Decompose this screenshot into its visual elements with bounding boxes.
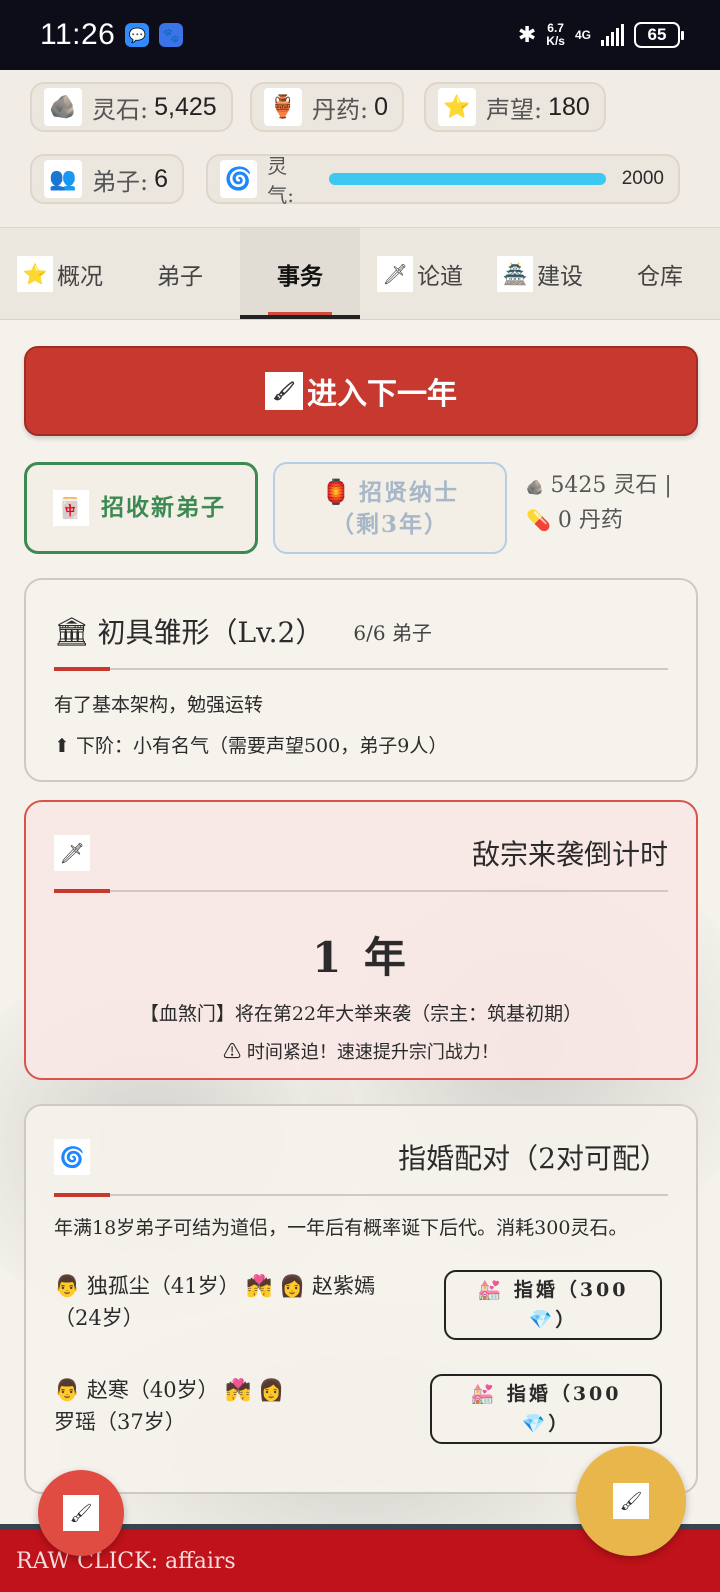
matchmaking-title: 指婚配对（2对可配） <box>398 1142 668 1175</box>
couple-icon: 💏 <box>246 1274 273 1298</box>
pill-chip: 🏺 丹药: 0 <box>250 82 404 132</box>
woman-icon: 👩 <box>258 1378 285 1402</box>
chat-notification-icon: 💬 <box>125 23 150 47</box>
group-icon: 👥 <box>44 160 82 198</box>
gem-icon: 💎 <box>521 1413 549 1435</box>
man-icon: 👨 <box>54 1378 81 1402</box>
bluetooth-icon: ✱ <box>517 22 537 47</box>
divider <box>54 889 668 893</box>
pill-icon: 💊 <box>526 508 551 532</box>
tab-warehouse[interactable]: 仓库 <box>600 228 720 319</box>
brush-icon: 🖌 <box>613 1483 649 1519</box>
qi-value: 2000 <box>621 168 664 189</box>
wedding-icon: 💒 <box>470 1383 498 1405</box>
matchmaking-description: 年满18岁弟子可结为道侣，一年后有概率诞下后代。消耗300灵石。 <box>54 1217 628 1239</box>
floating-brush-button[interactable]: 🖌 <box>38 1470 124 1556</box>
status-time: 11:26 <box>40 18 116 51</box>
disciple-value: 6 <box>154 164 168 193</box>
enemy-description: 【血煞门】将在第22年大举来袭（宗主：筑基初期） <box>139 1003 583 1025</box>
enemy-countdown-card: 🗡 敌宗来袭倒计时 1 年 【血煞门】将在第22年大举来袭（宗主：筑基初期） ⚠… <box>24 800 698 1080</box>
next-level-requirement: ⬆ 下阶：小有名气（需要声望500，弟子9人） <box>54 735 448 757</box>
prestige-chip: ⭐ 声望: 180 <box>424 82 606 132</box>
rock-icon: 🪨 <box>44 88 82 126</box>
net-speed: 6.7 K/s <box>546 21 565 48</box>
tab-discourse[interactable]: 🗡 论道 <box>360 228 480 319</box>
divider <box>54 667 668 671</box>
qi-chip: 🌀 灵气: 2000 <box>206 154 680 207</box>
spirit-stone-value: 5,425 <box>154 92 217 121</box>
disciple-chip: 👥 弟子: 6 <box>30 154 184 204</box>
gourd-icon: 🏺 <box>264 88 302 126</box>
countdown-years: 1 年 <box>312 933 410 982</box>
arrange-marriage-button[interactable]: 💒 指婚（300 💎） <box>444 1270 662 1340</box>
star-icon: ⭐ <box>438 88 476 126</box>
brush-icon: 🖌 <box>63 1495 99 1531</box>
disciple-count: 6/6 弟子 <box>353 620 432 645</box>
tab-overview[interactable]: ⭐ 概况 <box>0 228 120 319</box>
gem-icon: 💎 <box>528 1309 556 1331</box>
recruit-disciple-button[interactable]: 🀄 招收新弟子 <box>24 462 258 554</box>
network-type: 4G <box>574 27 591 42</box>
enemy-warning: ⚠ 时间紧迫！速速提升宗门战力！ <box>223 1042 499 1063</box>
affairs-content: 🖌 进入下一年 🀄 招收新弟子 🏮 招贤纳士 （剩3年） 🪨 5425 灵石 | … <box>0 320 720 1592</box>
sword-icon: 🗡 <box>54 835 90 871</box>
recruit-talent-button[interactable]: 🏮 招贤纳士 （剩3年） <box>273 462 507 554</box>
stock-summary: 🪨 5425 灵石 | 💊 0 丹药 <box>526 473 672 533</box>
battery-icon: 65 <box>634 22 684 48</box>
spirit-stone-chip: 🪨 灵石: 5,425 <box>30 82 233 132</box>
signal-icon <box>601 24 624 46</box>
qi-progress-bar <box>329 173 606 185</box>
enemy-countdown-title: 敌宗来袭倒计时 <box>471 838 668 871</box>
tab-disciples[interactable]: 弟子 <box>120 228 240 319</box>
mahjong-icon: 🀄 <box>53 490 89 526</box>
swirl-icon: 🌀 <box>220 160 258 198</box>
prestige-value: 180 <box>548 92 590 121</box>
floating-action-button[interactable]: 🖌 <box>576 1446 686 1556</box>
couple-icon: 💏 <box>225 1378 252 1402</box>
tab-affairs[interactable]: 事务 <box>240 228 360 319</box>
sword-icon: 🗡 <box>377 255 413 292</box>
marriage-pair: 👨 独孤尘（41岁） 💏 👩 赵紫嫣（24岁） 💒 指婚（300 💎） <box>54 1270 668 1364</box>
resource-panel: 🪨 灵石: 5,425 🏺 丹药: 0 ⭐ 声望: 180 👥 弟子: 6 🌀 … <box>0 70 720 228</box>
tab-bar: ⭐ 概况 弟子 事务 🗡 论道 🏯 建设 仓库 <box>0 228 720 320</box>
level-description: 有了基本架构，勉强运转 <box>54 694 264 716</box>
divider <box>54 1193 668 1197</box>
rock-icon: 🪨 <box>526 480 544 496</box>
sect-level-title: 初具雏形（Lv.2） <box>97 616 324 649</box>
arrow-up-icon: ⬆ <box>54 735 70 757</box>
pill-value: 0 <box>374 92 388 121</box>
lantern-icon: 🏮 <box>321 476 353 506</box>
man-icon: 👨 <box>54 1274 81 1298</box>
status-bar: 11:26 💬 🐾 ✱ 6.7 K/s 4G 65 <box>0 0 720 70</box>
arrange-marriage-button[interactable]: 💒 指婚（300 💎） <box>430 1374 662 1444</box>
paw-notification-icon: 🐾 <box>159 23 184 47</box>
brush-icon: 🖌 <box>265 372 303 410</box>
next-year-button[interactable]: 🖌 进入下一年 <box>24 346 698 436</box>
tab-construction[interactable]: 🏯 建设 <box>480 228 600 319</box>
sect-level-card: 🏛 初具雏形（Lv.2） 6/6 弟子 有了基本架构，勉强运转 ⬆ 下阶：小有名… <box>24 578 698 782</box>
temple-icon: 🏛 <box>54 614 90 648</box>
swirl-icon: 🌀 <box>54 1139 90 1175</box>
star-icon: ⭐ <box>17 255 53 292</box>
marriage-pair: 👨 赵寒（40岁） 💏 👩 罗瑶（37岁） 💒 指婚（300 💎） <box>54 1374 668 1468</box>
pagoda-icon: 🏯 <box>497 255 533 292</box>
matchmaking-card: 🌀 指婚配对（2对可配） 年满18岁弟子可结为道侣，一年后有概率诞下后代。消耗3… <box>24 1104 698 1494</box>
wedding-icon: 💒 <box>477 1279 505 1301</box>
woman-icon: 👩 <box>279 1274 306 1298</box>
